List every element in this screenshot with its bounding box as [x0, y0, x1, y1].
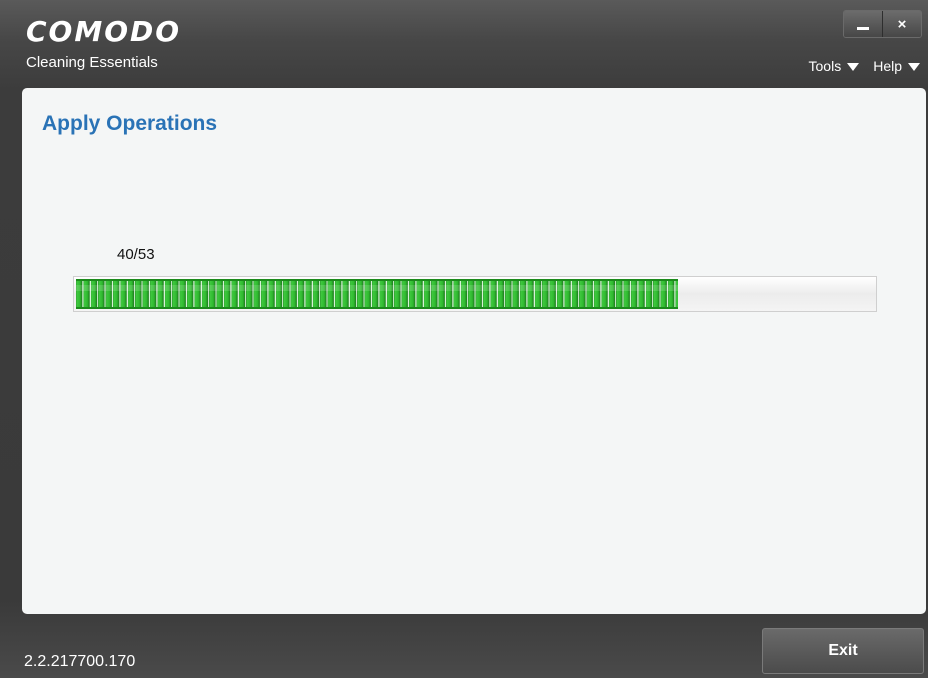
progress-segments: [76, 279, 678, 309]
app-subtitle: Cleaning Essentials: [26, 54, 158, 71]
triangle-down-icon: [908, 63, 920, 71]
minimize-icon: [857, 26, 869, 30]
help-menu[interactable]: Help: [873, 58, 920, 74]
page-title: Apply Operations: [42, 112, 218, 135]
progress-count: 40/53: [117, 246, 155, 263]
menu-bar: Tools Help: [809, 58, 920, 74]
app-logo: COMODO: [26, 15, 182, 48]
close-button[interactable]: ×: [882, 11, 921, 37]
triangle-down-icon: [847, 63, 860, 71]
help-menu-label: Help: [873, 58, 902, 74]
tools-menu-label: Tools: [808, 58, 842, 74]
progress-shine: [76, 285, 678, 291]
app-window: COMODO Cleaning Essentials × Tools Help …: [0, 0, 928, 678]
progress-fill: [76, 279, 678, 309]
exit-button[interactable]: Exit: [762, 628, 924, 674]
minimize-button[interactable]: [844, 11, 882, 37]
version-label: 2.2.217700.170: [24, 653, 136, 670]
tools-menu[interactable]: Tools: [809, 58, 860, 74]
close-icon: ×: [897, 15, 907, 33]
content-panel: Apply Operations 40/53: [22, 88, 926, 614]
window-controls: ×: [843, 10, 922, 38]
progress-bar: [73, 276, 877, 312]
